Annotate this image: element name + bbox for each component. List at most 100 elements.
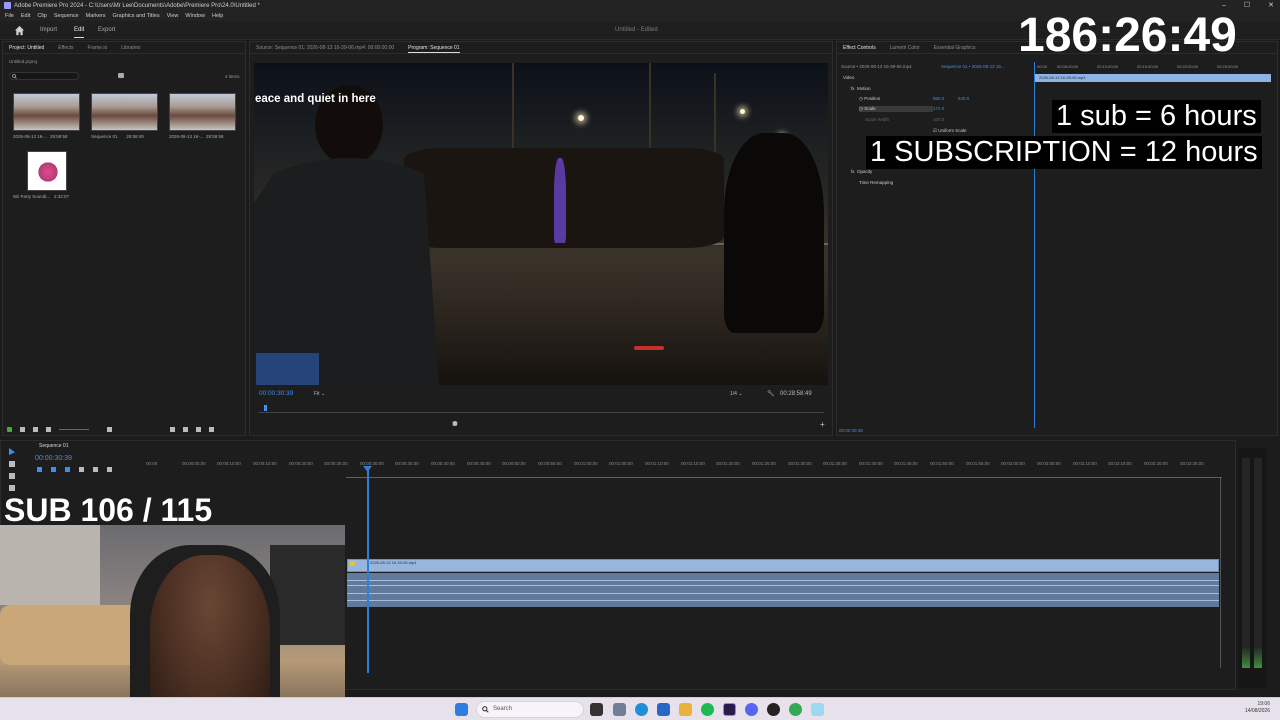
zoom-slider[interactable] bbox=[59, 428, 89, 430]
tab-frameio[interactable]: Frame.io bbox=[88, 42, 108, 53]
wrench-icon[interactable]: 🔧︎ bbox=[767, 390, 775, 397]
timeline-timecode[interactable]: 00:00:30:39 bbox=[35, 455, 72, 462]
menu-clip[interactable]: Clip bbox=[37, 12, 46, 21]
work-area-bar[interactable] bbox=[346, 477, 1222, 478]
selection-tool-icon[interactable] bbox=[9, 448, 15, 455]
project-item-thumbnail[interactable] bbox=[169, 93, 236, 131]
new-item-icon[interactable] bbox=[196, 426, 201, 432]
tab-effect-controls[interactable]: Effect Controls bbox=[843, 42, 876, 53]
program-video-frame[interactable]: eace and quiet in here bbox=[254, 63, 828, 385]
ruler-tick: 00:01:50:00 bbox=[930, 461, 954, 466]
icon-view-icon[interactable] bbox=[33, 426, 38, 432]
audio-clip[interactable] bbox=[347, 573, 1219, 607]
marker-icon[interactable] bbox=[79, 467, 84, 472]
chrome-icon[interactable] bbox=[789, 703, 802, 716]
timeline-ruler[interactable]: 00:00 00:00:05:00 00:00:10:00 00:00:15:00 00… bbox=[146, 459, 1226, 469]
tab-project[interactable]: Project: Untitled bbox=[9, 42, 44, 53]
pencil-icon[interactable] bbox=[7, 426, 12, 432]
resolution-dropdown[interactable]: 1/4 ⌄ bbox=[730, 391, 743, 397]
settings-icon[interactable] bbox=[613, 703, 626, 716]
task-view-icon[interactable] bbox=[590, 703, 603, 716]
timeline-playhead[interactable] bbox=[367, 466, 369, 673]
tab-export[interactable]: Export bbox=[98, 21, 115, 40]
ec-section-video: Video bbox=[843, 75, 855, 80]
premiere-pro-icon[interactable] bbox=[723, 703, 736, 716]
menu-sequence[interactable]: Sequence bbox=[54, 12, 79, 21]
ruler-tick: 00:01:25:00 bbox=[752, 461, 776, 466]
ec-sequence[interactable]: Sequence 01 • 2026-08-13 16... bbox=[941, 64, 1005, 69]
store-icon[interactable] bbox=[657, 703, 670, 716]
tab-import[interactable]: Import bbox=[40, 21, 57, 40]
project-item-thumbnail[interactable] bbox=[13, 93, 80, 131]
home-icon[interactable] bbox=[14, 25, 25, 36]
windows-start-icon[interactable] bbox=[455, 703, 468, 716]
new-bin-icon[interactable] bbox=[183, 426, 188, 432]
project-item-label: Wii Party Soundt... 2:32:07 bbox=[13, 194, 70, 199]
app-icon[interactable] bbox=[811, 703, 824, 716]
project-search-input[interactable] bbox=[9, 72, 79, 80]
settings-icon[interactable]: ▤ bbox=[450, 421, 460, 427]
tab-libraries[interactable]: Libraries bbox=[121, 42, 140, 53]
sort-icon[interactable] bbox=[107, 426, 112, 432]
audio-item-thumbnail[interactable] bbox=[27, 151, 67, 191]
ec-playhead[interactable] bbox=[1034, 62, 1035, 428]
discord-icon[interactable] bbox=[745, 703, 758, 716]
fx-opacity[interactable]: fx Opacity bbox=[851, 169, 872, 174]
fit-dropdown[interactable]: Fit ⌄ bbox=[314, 391, 325, 397]
uniform-scale-checkbox[interactable]: ☑ Uniform Scale bbox=[933, 128, 967, 134]
position-y[interactable]: 540.0 bbox=[958, 96, 969, 101]
wrench-icon[interactable] bbox=[93, 467, 98, 472]
ec-clip-bar[interactable]: 2026-08-13 16-39-06.mp4 bbox=[1035, 74, 1271, 82]
ruler-tick: 00:00:30:00 bbox=[360, 461, 384, 466]
maximize-button[interactable]: ☐ bbox=[1244, 0, 1250, 12]
video-clip[interactable]: 2026-08-13 16-39-06.mp4 bbox=[347, 559, 1219, 572]
program-scrub-bar[interactable] bbox=[258, 405, 824, 413]
trash-icon[interactable] bbox=[209, 426, 214, 432]
fx-motion[interactable]: fx Motion bbox=[851, 86, 871, 91]
tab-edit[interactable]: Edit bbox=[74, 23, 85, 38]
menu-help[interactable]: Help bbox=[212, 12, 223, 21]
add-button[interactable]: + bbox=[820, 420, 825, 429]
menu-window[interactable]: Window bbox=[185, 12, 205, 21]
tab-lumetri[interactable]: Lumetri Color bbox=[890, 42, 920, 53]
snap-icon[interactable] bbox=[37, 467, 42, 472]
edge-icon[interactable] bbox=[635, 703, 648, 716]
program-playhead[interactable] bbox=[264, 405, 267, 411]
obs-icon[interactable] bbox=[767, 703, 780, 716]
track-select-icon[interactable] bbox=[9, 461, 15, 467]
timeline-tab[interactable]: Sequence 01 bbox=[39, 443, 68, 449]
tab-program[interactable]: Program: Sequence 01 bbox=[408, 42, 460, 53]
ec-source[interactable]: Source • 2026-08-13 16-39-06.mp4 bbox=[841, 64, 912, 69]
menu-markers[interactable]: Markers bbox=[86, 12, 106, 21]
program-timecode[interactable]: 00:00:30:39 bbox=[259, 390, 293, 397]
timeline-vertical-scrollbar[interactable] bbox=[1218, 478, 1224, 668]
project-panel: Project: Untitled Effects Frame.io Libra… bbox=[2, 41, 246, 436]
close-button[interactable]: ✕ bbox=[1268, 0, 1274, 12]
file-explorer-icon[interactable] bbox=[679, 703, 692, 716]
menu-file[interactable]: File bbox=[5, 12, 14, 21]
menu-view[interactable]: View bbox=[167, 12, 179, 21]
new-bin-icon[interactable] bbox=[118, 73, 124, 78]
taskbar-search[interactable]: Search bbox=[476, 701, 584, 718]
position-x[interactable]: 960.0 bbox=[933, 96, 944, 101]
freeform-view-icon[interactable] bbox=[46, 426, 51, 432]
marker-tool-icon[interactable] bbox=[65, 467, 70, 472]
tab-source[interactable]: Source: Sequence 01: 2026-08-13 16-39-06… bbox=[256, 42, 394, 53]
tab-essential-graphics[interactable]: Essential Graphics bbox=[934, 42, 976, 53]
linked-selection-icon[interactable] bbox=[51, 467, 56, 472]
scale-value[interactable]: 172.0 bbox=[933, 106, 944, 111]
ripple-edit-icon[interactable] bbox=[9, 473, 15, 479]
menu-graphics[interactable]: Graphics and Titles bbox=[113, 12, 160, 21]
system-clock[interactable]: 19:06 14/08/2026 bbox=[1245, 701, 1270, 715]
tab-effects[interactable]: Effects bbox=[58, 42, 73, 53]
razor-tool-icon[interactable] bbox=[9, 485, 15, 491]
menu-edit[interactable]: Edit bbox=[21, 12, 30, 21]
fx-time-remapping[interactable]: Time Remapping bbox=[859, 180, 893, 185]
list-view-icon[interactable] bbox=[20, 426, 25, 432]
search-icon bbox=[12, 74, 17, 79]
ruler-tick: 00:00:55:00 bbox=[538, 461, 562, 466]
spotify-icon[interactable] bbox=[701, 703, 714, 716]
sequence-thumbnail[interactable] bbox=[91, 93, 158, 131]
captions-icon[interactable] bbox=[107, 467, 112, 472]
find-icon[interactable] bbox=[170, 426, 175, 432]
